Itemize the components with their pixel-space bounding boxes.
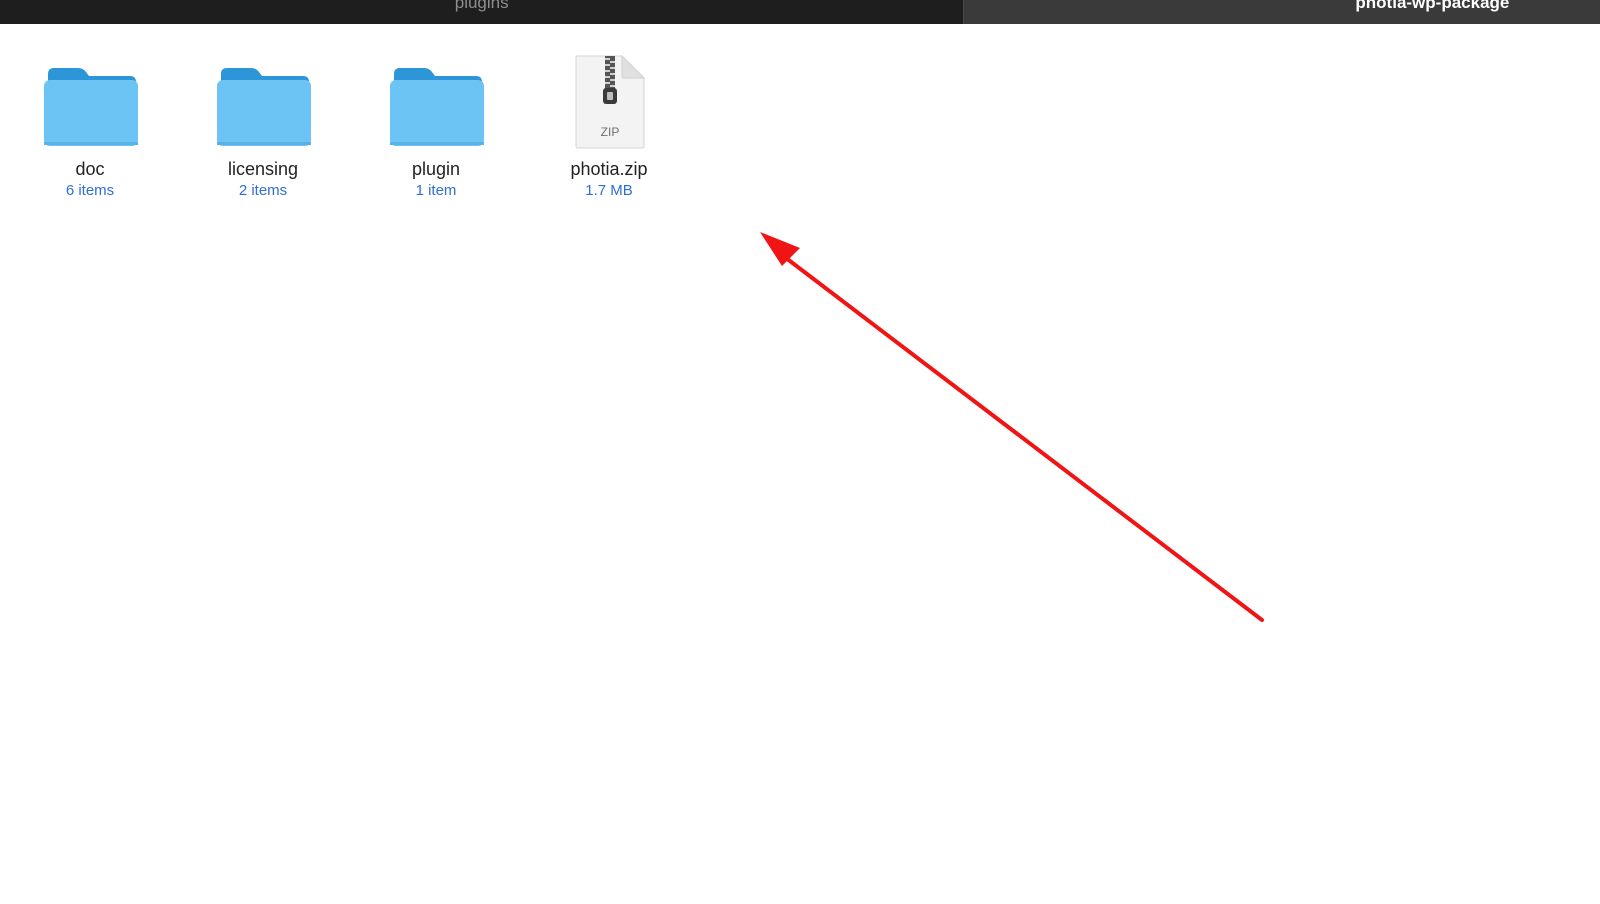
file-meta: 1 item	[415, 182, 457, 199]
file-name: plugin	[411, 159, 461, 179]
file-item-plugin[interactable]: plugin 1 item	[375, 52, 497, 200]
tab-bar: plugins photia-wp-package	[0, 0, 1600, 24]
file-item-doc[interactable]: doc 6 items	[29, 52, 151, 200]
folder-icon	[40, 52, 140, 150]
file-item-licensing[interactable]: licensing 2 items	[202, 52, 324, 200]
folder-icon	[213, 52, 313, 150]
tab-label: plugins	[454, 0, 509, 12]
file-meta: 1.7 MB	[585, 182, 633, 199]
file-browser-content: doc 6 items licensing 2 items plugin 1 i…	[0, 24, 1600, 904]
zip-file-icon: ZIP	[559, 52, 659, 150]
file-item-photia-zip[interactable]: ZIP photia.zip 1.7 MB	[548, 52, 670, 200]
file-grid: doc 6 items licensing 2 items plugin 1 i…	[29, 52, 721, 200]
tab-photia-wp-package[interactable]: photia-wp-package	[963, 0, 1600, 24]
file-meta: 6 items	[65, 182, 115, 199]
file-name: licensing	[227, 159, 299, 179]
file-meta: 2 items	[238, 182, 288, 199]
folder-icon	[386, 52, 486, 150]
file-name: doc	[75, 159, 105, 179]
file-name: photia.zip	[570, 159, 648, 179]
tab-plugins[interactable]: plugins	[0, 0, 964, 24]
tab-label: photia-wp-package	[1355, 0, 1510, 12]
zip-badge: ZIP	[601, 125, 620, 139]
